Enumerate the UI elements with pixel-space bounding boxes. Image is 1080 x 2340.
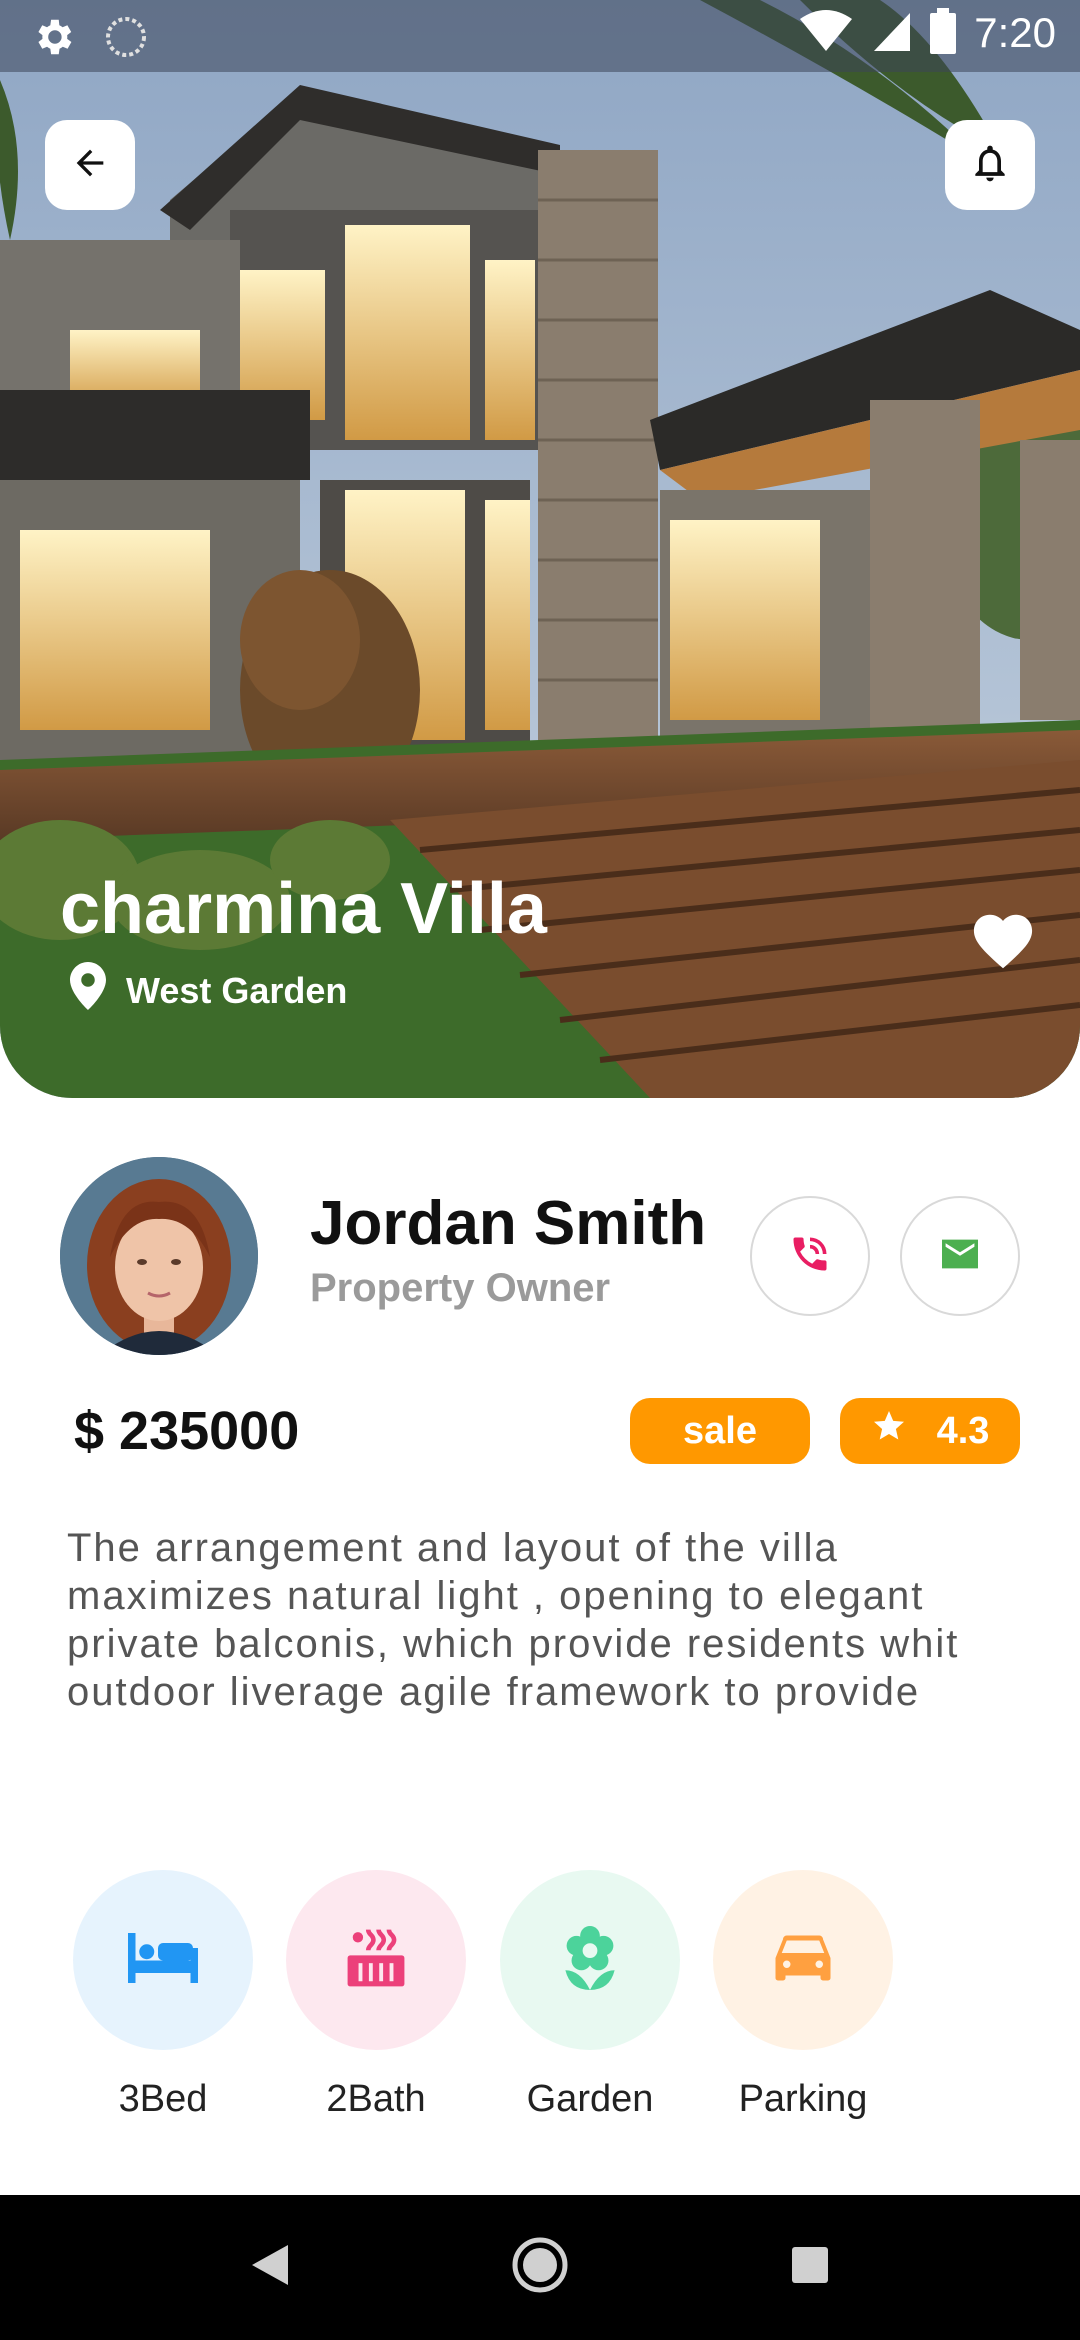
mail-button[interactable] xyxy=(900,1196,1020,1316)
price: $ 235000 xyxy=(74,1401,300,1461)
mail-icon xyxy=(938,1236,982,1276)
villa-title: charmina Villa xyxy=(60,869,547,949)
bell-icon xyxy=(968,141,1012,189)
clock: 7:20 xyxy=(974,9,1056,56)
feature-parking-circle xyxy=(713,1870,893,2050)
star-icon xyxy=(871,1408,907,1454)
loading-circle-icon xyxy=(104,15,148,63)
triangle-back-icon xyxy=(250,2243,290,2291)
feature-bath-circle xyxy=(286,1870,466,2050)
car-icon xyxy=(773,1932,833,1988)
arrow-left-icon xyxy=(70,143,110,187)
hot-tub-icon xyxy=(345,1927,407,1993)
square-recents-icon xyxy=(790,2245,830,2289)
phone-icon xyxy=(788,1232,832,1280)
feature-label: Garden xyxy=(526,2078,654,2120)
location-label: West Garden xyxy=(126,969,348,1011)
location: West Garden xyxy=(70,962,347,1019)
nav-back-button[interactable] xyxy=(238,2235,302,2299)
flower-icon xyxy=(560,1926,620,1994)
property-description: The arrangement and layout of the villa … xyxy=(67,1526,960,1714)
feature-bath[interactable]: 2Bath xyxy=(286,1870,466,2121)
wifi-icon xyxy=(798,9,854,57)
rating-badge: 4.3 xyxy=(840,1398,1020,1464)
avatar xyxy=(60,1157,258,1355)
back-button[interactable] xyxy=(45,120,135,210)
feature-label: Parking xyxy=(738,2078,868,2120)
nav-home-button[interactable] xyxy=(508,2235,572,2299)
bed-icon xyxy=(128,1933,198,1987)
system-nav-bar xyxy=(0,2195,1080,2340)
owner-role: Property Owner xyxy=(310,1266,611,1310)
signal-icon xyxy=(872,9,912,57)
rating-value: 4.3 xyxy=(936,1409,990,1452)
feature-parking[interactable]: Parking xyxy=(713,1870,893,2121)
notifications-button[interactable] xyxy=(945,120,1035,210)
heart-icon xyxy=(968,914,1038,974)
call-button[interactable] xyxy=(750,1196,870,1316)
home-circle-icon xyxy=(511,2236,569,2298)
location-pin-icon xyxy=(70,962,106,1019)
nav-recents-button[interactable] xyxy=(778,2235,842,2299)
status-badge: sale xyxy=(630,1398,810,1464)
battery-icon xyxy=(930,8,957,58)
favorite-button[interactable] xyxy=(968,906,1038,974)
owner-name: Jordan Smith xyxy=(310,1189,707,1258)
feature-label: 3Bed xyxy=(118,2078,208,2120)
feature-bed-circle xyxy=(73,1870,253,2050)
feature-bed[interactable]: 3Bed xyxy=(73,1870,253,2121)
feature-garden-circle xyxy=(500,1870,680,2050)
status-bar: 7:20 xyxy=(0,0,1080,72)
feature-garden[interactable]: Garden xyxy=(500,1870,680,2121)
gear-icon xyxy=(30,14,76,64)
feature-label: 2Bath xyxy=(326,2078,426,2120)
hero-image: 7:20 charmina Villa West Garden xyxy=(0,0,1080,1098)
